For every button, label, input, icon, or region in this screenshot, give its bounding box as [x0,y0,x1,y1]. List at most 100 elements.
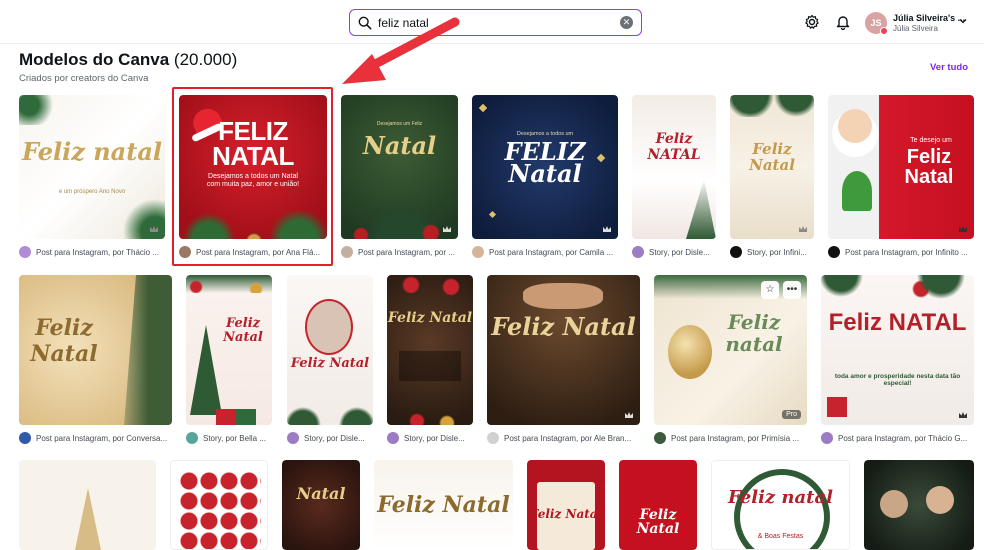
template-thumbnail[interactable]: Feliz NATAL [632,95,716,239]
template-card[interactable]: Feliz Natal Story, por Disle... [387,275,473,445]
notification-dot [880,27,888,35]
template-thumbnail[interactable]: Feliz Natal [619,460,697,550]
thumb-title: Feliz Natal [387,310,473,326]
template-thumbnail[interactable]: Desejamos a todos um FELIZ Natal [472,95,618,239]
template-card[interactable]: Te desejo um Feliz Natal Post para Insta… [828,95,974,259]
template-thumbnail[interactable]: Feliz Natal [287,275,373,425]
template-card[interactable]: Feliz Natal [374,460,513,550]
creator-avatar [186,432,198,444]
template-meta[interactable]: Post para Instagram, por Thácio ... [19,245,165,259]
user-sub: Júlia Silveira [893,24,938,33]
family-photo [880,490,908,518]
template-thumbnail[interactable]: Feliz Natal [374,460,513,550]
template-meta-text: Story, por Disle... [304,433,365,443]
template-meta-text: Post para Instagram, por ... [358,247,455,257]
pro-badge: Pro [782,410,801,419]
thumb-title: Feliz Natal [749,140,795,174]
template-thumbnail[interactable]: Feliz natal ☆ ••• Pro [654,275,807,425]
search-input[interactable] [378,15,620,30]
template-card[interactable] [19,460,156,550]
template-thumbnail[interactable]: Feliz NATAL toda amor e prosperidade nes… [821,275,974,425]
template-thumbnail[interactable] [864,460,974,550]
template-meta[interactable]: Story, por Bella ... [186,431,272,445]
template-thumbnail[interactable]: Feliz Natal [487,275,640,425]
template-meta[interactable]: Story, por Infini... [730,245,814,259]
star-decoration [488,210,497,219]
template-card[interactable]: Feliz Natal Story, por Disle... [287,275,373,445]
template-meta[interactable]: Story, por Disle... [387,431,473,445]
template-card[interactable]: Feliz Natal Post para Instagram, por Con… [19,275,172,445]
hands-photo [523,283,603,309]
crown-icon [799,226,807,232]
template-thumbnail[interactable]: Feliz Natal [186,275,272,425]
template-meta[interactable]: Post para Instagram, por Conversa... [19,431,172,445]
thumb-title: Feliz NATAL [647,131,701,163]
gift-decoration [827,397,847,417]
template-meta[interactable]: Post para Instagram, por Thácio G... [821,431,974,445]
pine-decoration [19,95,59,125]
template-thumbnail[interactable] [170,460,268,550]
crown-icon [625,412,633,418]
template-card[interactable]: Feliz Natal [619,460,697,550]
template-thumbnail[interactable]: Feliz Natal [19,275,172,425]
template-card[interactable]: Feliz Natal Post para Instagram, por Ale… [487,275,640,445]
tree-decoration [75,488,101,550]
template-meta[interactable]: Post para Instagram, por Ale Bran... [487,431,640,445]
chevron-down-icon[interactable] [958,16,968,26]
template-meta-text: Post para Instagram, por Thácio ... [36,247,160,257]
avatar[interactable]: JS [865,12,888,35]
template-card[interactable] [864,460,974,550]
template-card[interactable]: Natal [282,460,360,550]
template-thumbnail[interactable]: Feliz Natal [527,460,605,550]
template-card[interactable]: Feliz NATAL Story, por Disle... [632,95,716,259]
crown-icon [443,226,451,232]
template-card[interactable]: Feliz natal e um próspero Ano Novo Post … [19,95,165,259]
clear-search-icon[interactable]: ✕ [620,16,633,29]
tree-decoration [686,179,716,239]
template-card[interactable]: Feliz Natal Story, por Bella ... [186,275,272,445]
user-name[interactable]: Júlia Silveira's ... [893,13,965,23]
creator-avatar [387,432,399,444]
search-bar[interactable]: ✕ [349,9,642,36]
template-thumbnail[interactable]: Feliz natal e um próspero Ano Novo [19,95,165,239]
template-thumbnail[interactable] [19,460,156,550]
template-card[interactable]: Feliz Natal [527,460,605,550]
more-options-icon[interactable]: ••• [783,281,801,299]
template-thumbnail[interactable]: Desejamos um Feliz Natal [341,95,458,239]
template-thumbnail[interactable]: Feliz Natal [730,95,814,239]
template-card[interactable]: Feliz Natal Story, por Infini... [730,95,814,259]
template-card[interactable]: Feliz natal & Boas Festas [711,460,850,550]
template-thumbnail[interactable]: Natal [282,460,360,550]
text-box [399,351,461,381]
template-meta[interactable]: Story, por Disle... [287,431,373,445]
pine-decoration [730,95,814,117]
template-meta[interactable]: Post para Instagram, por ... [341,245,458,259]
template-card[interactable] [170,460,268,550]
template-thumbnail[interactable]: Feliz natal & Boas Festas [711,460,850,550]
template-meta-text: Post para Instagram, por Conversa... [36,433,168,443]
thumb-title: Feliz natal [725,310,783,356]
template-card[interactable]: Feliz NATAL toda amor e prosperidade nes… [821,275,974,445]
template-card[interactable]: Desejamos a todos um FELIZ Natal Post pa… [472,95,618,259]
pine-decoration [821,275,974,299]
template-meta-text: Story, por Infini... [747,247,807,257]
template-card[interactable]: Feliz natal ☆ ••• Pro Post para Instagra… [654,275,807,445]
template-thumbnail[interactable]: Te desejo um Feliz Natal [828,95,974,239]
template-meta[interactable]: Post para Instagram, por Primísia ... [654,431,807,445]
template-meta[interactable]: Post para Instagram, por Camila ... [472,245,618,259]
thumb-title: Feliz natal [22,137,162,166]
template-thumbnail[interactable]: Feliz Natal [387,275,473,425]
creator-avatar [730,246,742,258]
template-card[interactable]: Desejamos um Feliz Natal Post para Insta… [341,95,458,259]
template-meta[interactable]: Post para Instagram, por Infinito ... [828,245,974,259]
thumb-title: Feliz Natal [377,492,510,518]
template-meta[interactable]: Story, por Disle... [632,245,716,259]
star-icon[interactable]: ☆ [761,281,779,299]
creator-avatar [19,246,31,258]
template-meta-text: Post para Instagram, por Infinito ... [845,247,968,257]
ornament-decoration [387,275,473,301]
see-all-link[interactable]: Ver tudo [930,62,968,73]
gear-icon[interactable] [804,14,820,30]
thumb-title: Feliz Natal [30,315,98,367]
bell-icon[interactable] [835,14,851,30]
